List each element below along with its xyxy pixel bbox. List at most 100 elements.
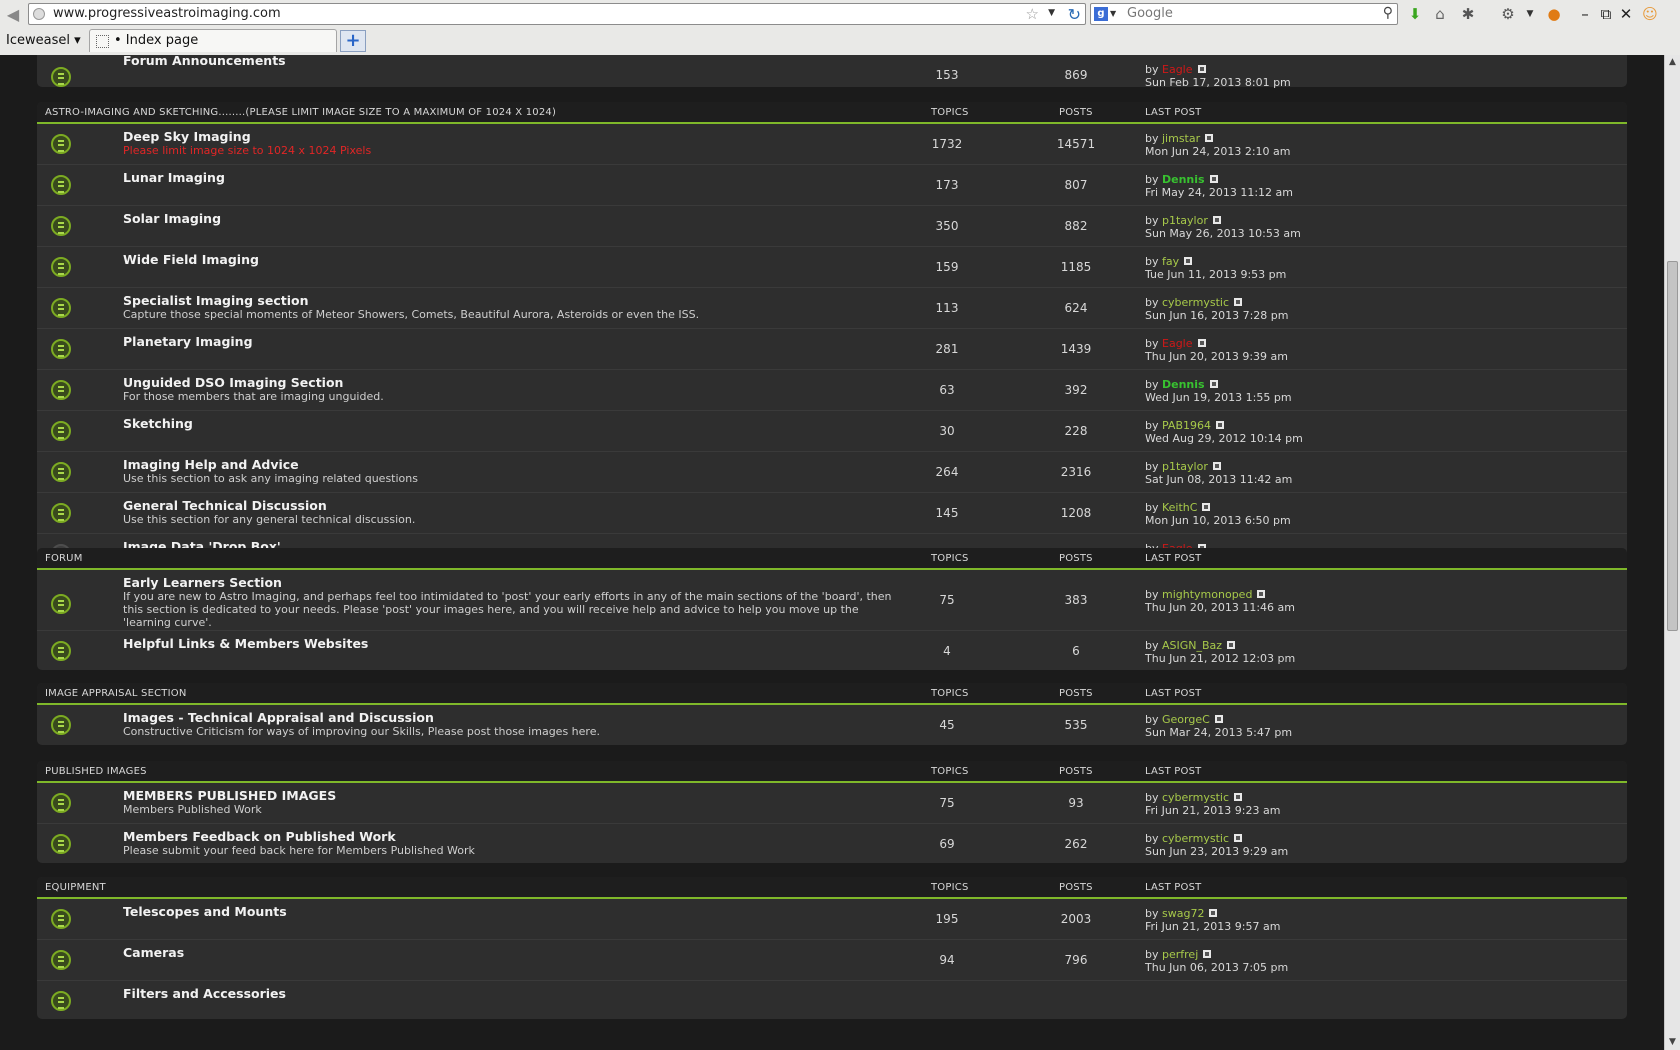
forum-unread-icon[interactable] xyxy=(51,134,71,154)
forum-row[interactable]: Helpful Links & Members Websites 4 6 by ASI… xyxy=(37,630,1627,671)
forum-title[interactable]: Specialist Imaging section xyxy=(123,293,309,308)
forum-row[interactable]: Telescopes and Mounts 195 2003 by swag72 Fri… xyxy=(37,899,1627,939)
goto-post-icon[interactable] xyxy=(1216,421,1224,429)
forum-title[interactable]: Early Learners Section xyxy=(123,575,282,590)
tab-index-page[interactable]: • Index page xyxy=(89,29,337,52)
category-title[interactable]: EQUIPMENT xyxy=(45,882,106,893)
forum-title[interactable]: Unguided DSO Imaging Section xyxy=(123,375,343,390)
goto-post-icon[interactable] xyxy=(1197,339,1206,347)
page-scrollbar[interactable]: ▲ ▼ xyxy=(1664,55,1680,1050)
forum-unread-icon[interactable] xyxy=(51,909,71,929)
download-arrow-icon[interactable]: ⬇ xyxy=(1405,4,1425,24)
last-post-user[interactable]: jimstar xyxy=(1162,132,1200,145)
forum-row[interactable]: Solar Imaging 350 882 by p1taylor Sun May 26… xyxy=(37,205,1627,246)
new-tab-button[interactable]: + xyxy=(340,30,366,52)
goto-post-icon[interactable] xyxy=(1212,216,1221,224)
forum-title[interactable]: Telescopes and Mounts xyxy=(123,904,287,919)
last-post-user[interactable]: perfrej xyxy=(1162,948,1198,961)
forum-unread-icon[interactable] xyxy=(51,257,71,277)
last-post-user[interactable]: cybermystic xyxy=(1162,296,1229,309)
goto-post-icon[interactable] xyxy=(1234,834,1243,842)
goto-post-icon[interactable] xyxy=(1257,590,1266,598)
forum-title[interactable]: Imaging Help and Advice xyxy=(123,457,299,472)
search-magnifier-icon[interactable]: ⚲ xyxy=(1383,5,1393,21)
tab-title[interactable]: • Index page xyxy=(114,33,198,48)
url-bar[interactable]: www.progressiveastroimaging.com ☆ ▼ ↻ xyxy=(28,3,1086,25)
forum-title[interactable]: Deep Sky Imaging xyxy=(123,129,251,144)
forum-unread-icon[interactable] xyxy=(51,991,71,1011)
forum-unread-icon[interactable] xyxy=(51,339,71,359)
goto-post-icon[interactable] xyxy=(1205,134,1214,142)
forum-row[interactable]: MEMBERS PUBLISHED IMAGES Members Publishe… xyxy=(37,783,1627,823)
forum-title[interactable]: Lunar Imaging xyxy=(123,170,225,185)
forum-title[interactable]: MEMBERS PUBLISHED IMAGES xyxy=(123,788,336,803)
forum-unread-icon[interactable] xyxy=(51,503,71,523)
reload-icon[interactable]: ↻ xyxy=(1068,5,1081,24)
last-post-user[interactable]: Eagle xyxy=(1162,63,1193,76)
goto-post-icon[interactable] xyxy=(1212,462,1221,470)
forum-unread-icon[interactable] xyxy=(51,594,71,614)
forum-unread-icon[interactable] xyxy=(51,175,71,195)
forum-row[interactable]: Unguided DSO Imaging Section For those me… xyxy=(37,369,1627,410)
search-placeholder[interactable]: Google xyxy=(1127,6,1173,21)
forum-row[interactable]: Sketching 30 228 by PAB1964 Wed Aug 29, 2012… xyxy=(37,410,1627,451)
forum-title[interactable]: Forum Announcements xyxy=(123,55,286,68)
forum-row[interactable]: Early Learners Section If you are new to … xyxy=(37,570,1627,630)
scrollbar-thumb[interactable] xyxy=(1667,261,1678,631)
forum-unread-icon[interactable] xyxy=(51,421,71,441)
forum-row[interactable]: General Technical Discussion Use this sec… xyxy=(37,492,1627,533)
forum-unread-icon[interactable] xyxy=(51,298,71,318)
goto-post-icon[interactable] xyxy=(1202,503,1211,511)
forum-row[interactable]: Imaging Help and Advice Use this section … xyxy=(37,451,1627,492)
forum-unread-icon[interactable] xyxy=(51,715,71,735)
forum-unread-icon[interactable] xyxy=(51,462,71,482)
forum-row[interactable]: Deep Sky Imaging Please limit image size … xyxy=(37,124,1627,164)
forum-unread-icon[interactable] xyxy=(51,216,71,236)
back-arrow-icon[interactable]: ◀ xyxy=(2,4,24,26)
last-post-user[interactable]: mightymonoped xyxy=(1162,588,1252,601)
goto-post-icon[interactable] xyxy=(1184,257,1193,265)
forum-unread-icon[interactable] xyxy=(51,793,71,813)
forum-title[interactable]: Images - Technical Appraisal and Discuss… xyxy=(123,710,434,725)
restore-icon[interactable]: ⧉ xyxy=(1596,4,1616,24)
forum-title[interactable]: General Technical Discussion xyxy=(123,498,327,513)
gear-dropdown-icon[interactable]: ▼ xyxy=(1520,4,1540,24)
forum-row[interactable]: Specialist Imaging section Capture those … xyxy=(37,287,1627,328)
goto-post-icon[interactable] xyxy=(1234,298,1243,306)
scroll-down-arrow-icon[interactable]: ▼ xyxy=(1665,1035,1680,1050)
url-text[interactable]: www.progressiveastroimaging.com xyxy=(53,6,281,21)
search-bar[interactable]: g ▼ Google ⚲ xyxy=(1090,3,1398,25)
forum-row[interactable]: Images - Technical Appraisal and Discuss… xyxy=(37,705,1627,745)
forum-title[interactable]: Planetary Imaging xyxy=(123,334,253,349)
forum-row[interactable]: Forum Announcements 153 869 by Eagle Sun… xyxy=(37,55,1627,89)
last-post-user[interactable]: ASIGN_Baz xyxy=(1162,639,1222,652)
forum-unread-icon[interactable] xyxy=(51,834,71,854)
goto-post-icon[interactable] xyxy=(1197,65,1206,73)
forum-row[interactable]: Wide Field Imaging 159 1185 by fay Tue Jun 1… xyxy=(37,246,1627,287)
forum-title[interactable]: Helpful Links & Members Websites xyxy=(123,636,368,651)
forum-title[interactable]: Filters and Accessories xyxy=(123,986,286,1001)
search-engine-icon[interactable]: g xyxy=(1094,7,1108,21)
last-post-user[interactable]: p1taylor xyxy=(1162,460,1208,473)
forum-unread-icon[interactable] xyxy=(51,380,71,400)
goto-post-icon[interactable] xyxy=(1227,641,1236,649)
forum-row[interactable]: Lunar Imaging 173 807 by Dennis Fri May 24, … xyxy=(37,164,1627,205)
close-icon[interactable]: ✕ xyxy=(1616,4,1636,24)
bookmark-star-icon[interactable]: ☆ xyxy=(1026,5,1039,23)
goto-post-icon[interactable] xyxy=(1214,715,1223,723)
search-engine-dropdown-icon[interactable]: ▼ xyxy=(1110,9,1116,18)
last-post-user[interactable]: Dennis xyxy=(1162,378,1205,391)
last-post-user[interactable]: PAB1964 xyxy=(1162,419,1211,432)
last-post-user[interactable]: Dennis xyxy=(1162,173,1205,186)
goto-post-icon[interactable] xyxy=(1209,909,1218,917)
category-title[interactable]: PUBLISHED IMAGES xyxy=(45,766,147,777)
category-title[interactable]: IMAGE APPRAISAL SECTION xyxy=(45,688,187,699)
gear-icon[interactable]: ⚙ xyxy=(1498,4,1518,24)
forum-title[interactable]: Solar Imaging xyxy=(123,211,221,226)
site-identity-icon[interactable] xyxy=(33,8,45,20)
addon-icon[interactable]: ✱ xyxy=(1458,4,1478,24)
minimize-icon[interactable]: – xyxy=(1575,4,1595,24)
home-icon[interactable]: ⌂ xyxy=(1430,4,1450,24)
last-post-user[interactable]: swag72 xyxy=(1162,907,1204,920)
app-menu-button[interactable]: Iceweasel ▾ xyxy=(6,33,81,48)
